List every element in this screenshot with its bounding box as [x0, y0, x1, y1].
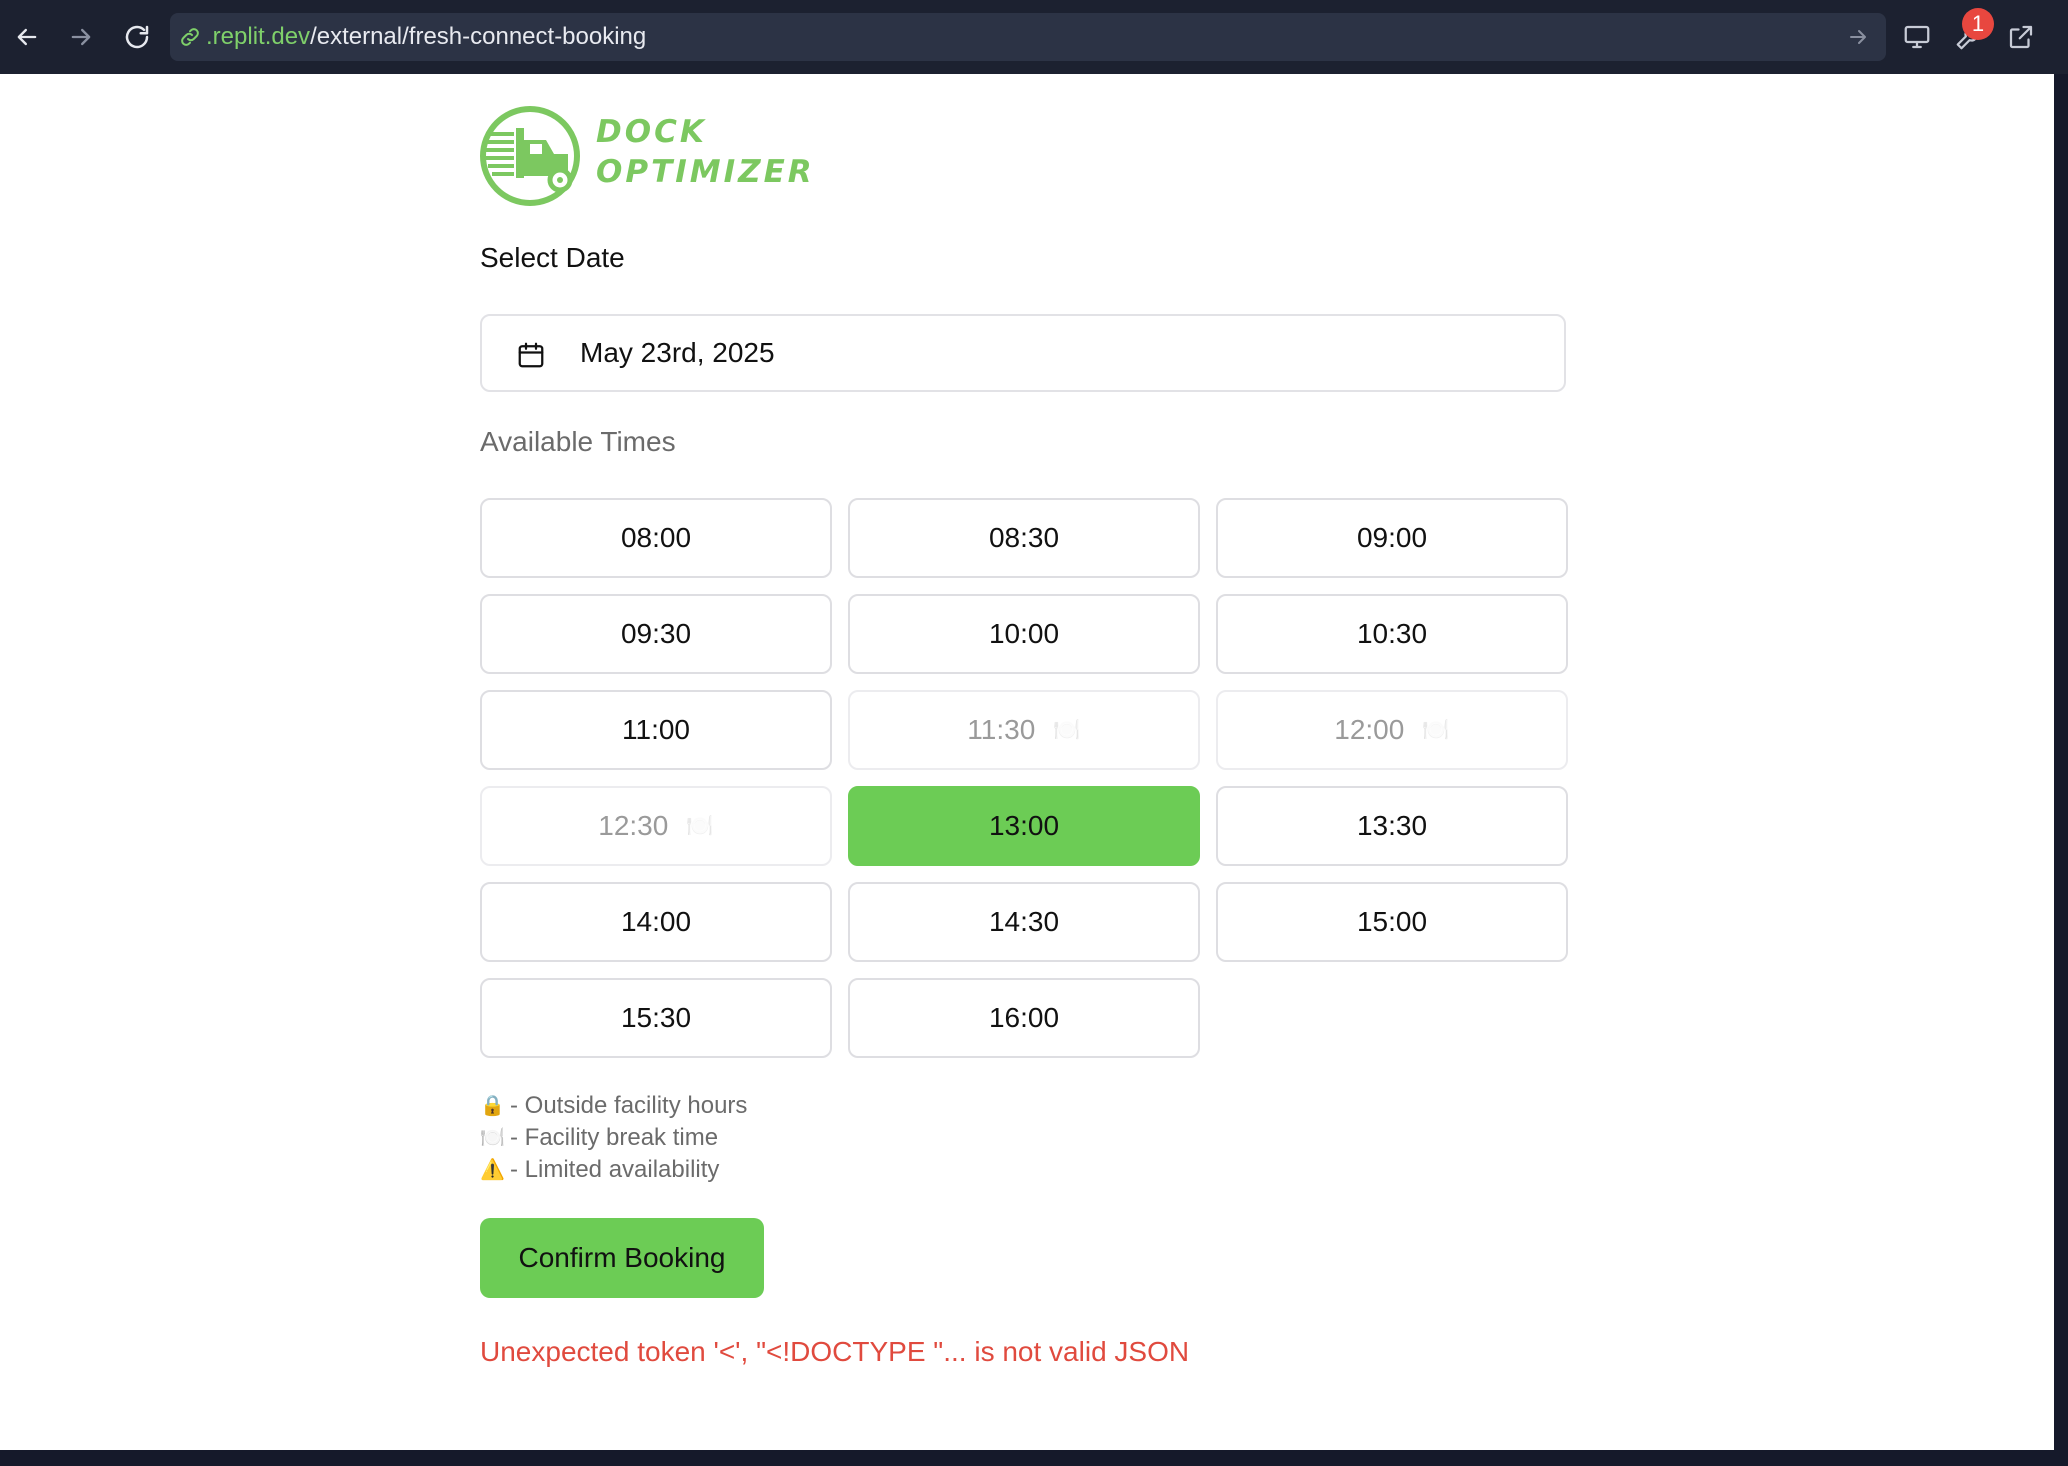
legend-text: - Facility break time: [510, 1124, 719, 1151]
break-time-icon: 🍽️: [1422, 717, 1450, 742]
devices-button[interactable]: [1898, 18, 1936, 56]
truck-logo-icon: [480, 106, 580, 206]
time-slot-0930[interactable]: 09:30: [480, 594, 832, 674]
time-slot-1500[interactable]: 15:00: [1216, 882, 1568, 962]
url-path: /external/fresh-connect-booking: [310, 23, 647, 50]
time-slot-label: 14:30: [988, 906, 1060, 937]
legend-item: 🔒 - Outside facility hours: [480, 1090, 747, 1122]
time-slot-0900[interactable]: 09:00: [1216, 498, 1568, 578]
monitor-icon: [1904, 25, 1930, 49]
scrollbar[interactable]: [2054, 74, 2068, 1450]
time-slot-label: 08:00: [620, 522, 692, 553]
back-button[interactable]: [6, 16, 48, 58]
warning-icon: ⚠️: [480, 1159, 505, 1181]
lock-icon: 🔒: [480, 1095, 505, 1117]
time-slot-label: 10:30: [1356, 618, 1428, 649]
reload-icon: [125, 25, 149, 49]
external-link-icon: [2009, 25, 2033, 49]
time-slot-label: 12:00: [1334, 714, 1405, 745]
time-slot-1230: 12:30 🍽️: [480, 786, 832, 866]
time-slot-1430[interactable]: 14:30: [848, 882, 1200, 962]
dock-optimizer-logo: DOCK OPTIMIZER: [478, 104, 838, 206]
address-bar[interactable]: .replit.dev/external/fresh-connect-booki…: [170, 13, 1886, 61]
selected-date: May 23rd, 2025: [580, 337, 775, 368]
time-slot-label: 12:30: [598, 810, 669, 841]
time-slot-1130: 11:30 🍽️: [848, 690, 1200, 770]
legend-item: 🍽️ - Facility break time: [480, 1122, 747, 1154]
forward-button[interactable]: [60, 16, 102, 58]
logo-text-line2: OPTIMIZER: [596, 154, 815, 190]
break-time-icon: 🍽️: [480, 1127, 505, 1149]
time-slot-label: 09:30: [620, 618, 692, 649]
time-slot-label: 10:00: [988, 618, 1060, 649]
time-slot-1100[interactable]: 11:00: [480, 690, 832, 770]
confirm-booking-button[interactable]: Confirm Booking: [480, 1218, 764, 1298]
legend-item: ⚠️ - Limited availability: [480, 1154, 747, 1186]
legend-text: - Outside facility hours: [510, 1092, 748, 1119]
time-slot-label: 15:00: [1356, 906, 1428, 937]
arrow-right-icon: [71, 28, 91, 46]
time-slot-label: 16:00: [988, 1002, 1060, 1033]
time-slot-1330[interactable]: 13:30: [1216, 786, 1568, 866]
arrow-left-icon: [17, 28, 37, 46]
time-slot-1400[interactable]: 14:00: [480, 882, 832, 962]
time-slot-1600[interactable]: 16:00: [848, 978, 1200, 1058]
notification-badge: 1: [1962, 8, 1994, 40]
page-viewport: DOCK OPTIMIZER Select Date May 23rd, 202…: [0, 74, 2054, 1450]
break-time-icon: 🍽️: [1053, 717, 1081, 742]
available-times-label: Available Times: [480, 426, 676, 457]
time-slot-label: 09:00: [1356, 522, 1428, 553]
legend-text: - Limited availability: [510, 1156, 720, 1183]
logo-text-line1: DOCK: [596, 114, 707, 150]
browser-toolbar: .replit.dev/external/fresh-connect-booki…: [0, 0, 2068, 74]
reload-button[interactable]: [116, 16, 158, 58]
time-slot-label: 13:00: [988, 810, 1060, 841]
time-slot-label: 15:30: [620, 1002, 692, 1033]
url-text: .replit.dev/external/fresh-connect-booki…: [206, 13, 646, 61]
legend: 🔒 - Outside facility hours 🍽️ - Facility br…: [480, 1090, 747, 1186]
time-slot-1000[interactable]: 10:00: [848, 594, 1200, 674]
time-slot-label: 14:00: [620, 906, 692, 937]
select-date-label: Select Date: [480, 242, 625, 273]
time-slot-1300[interactable]: 13:00: [848, 786, 1200, 866]
time-slot-label: 11:00: [622, 714, 690, 745]
bottom-bar: [0, 1450, 2068, 1466]
time-slot-0830[interactable]: 08:30: [848, 498, 1200, 578]
calendar-icon: [518, 342, 544, 368]
time-slot-label: 11:30: [967, 714, 1036, 745]
time-slot-1200: 12:00 🍽️: [1216, 690, 1568, 770]
link-icon: [181, 28, 199, 46]
go-arrow-icon[interactable]: [1846, 25, 1870, 49]
break-time-icon: 🍽️: [686, 813, 714, 838]
time-slot-label: 13:30: [1356, 810, 1428, 841]
error-message: Unexpected token '<', "<!DOCTYPE "... is…: [480, 1336, 1190, 1367]
url-domain: .replit.dev: [206, 23, 311, 50]
time-slot-label: 08:30: [988, 522, 1060, 553]
time-slot-1530[interactable]: 15:30: [480, 978, 832, 1058]
time-slot-0800[interactable]: 08:00: [480, 498, 832, 578]
date-picker[interactable]: May 23rd, 2025: [480, 314, 1566, 392]
open-external-button[interactable]: [2002, 18, 2040, 56]
time-slot-grid: 08:00 08:30 09:00 09:30 10:00 10:30 11:00 11:30…: [480, 498, 1568, 1058]
time-slot-1030[interactable]: 10:30: [1216, 594, 1568, 674]
